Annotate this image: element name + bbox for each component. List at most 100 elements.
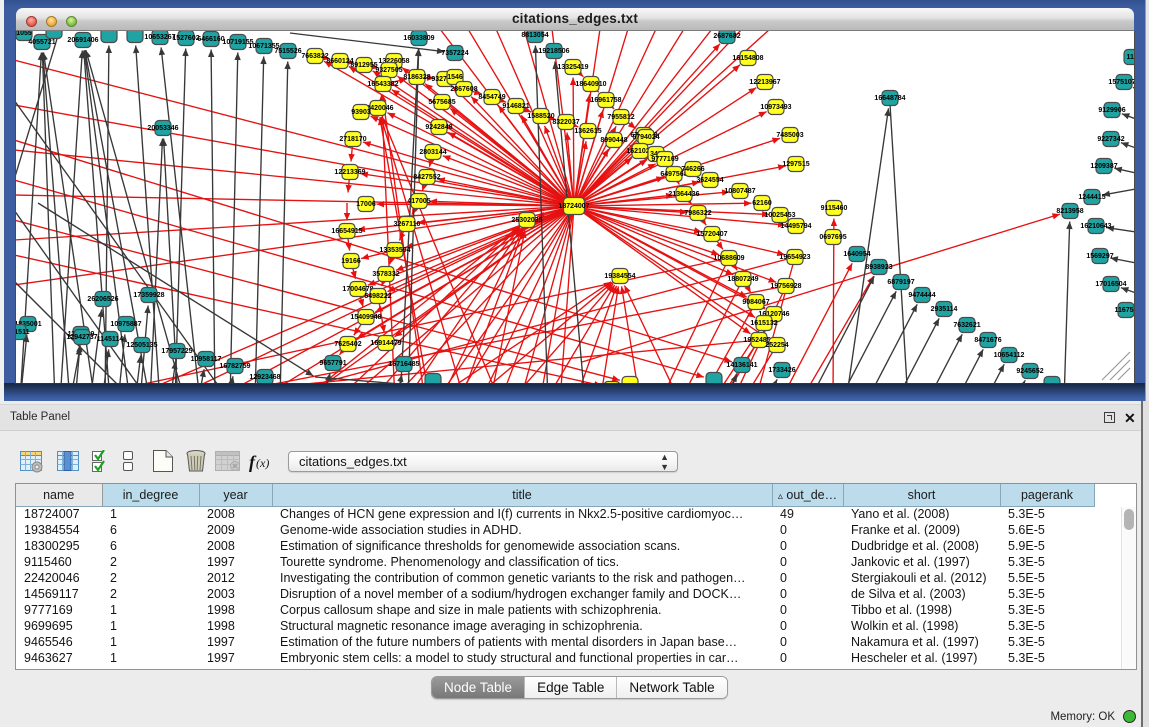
svg-text:6466160: 6466160 (197, 36, 224, 43)
svg-text:15409948: 15409948 (350, 314, 381, 321)
svg-text:10807487: 10807487 (724, 188, 755, 195)
svg-text:13325419: 13325419 (557, 64, 588, 71)
svg-text:8912955: 8912955 (350, 62, 377, 69)
svg-text:9146821: 9146821 (502, 103, 529, 110)
svg-text:62160: 62160 (752, 200, 772, 207)
svg-text:8938923: 8938923 (865, 264, 892, 271)
svg-text:7485003: 7485003 (776, 132, 803, 139)
svg-text:9777169: 9777169 (651, 156, 678, 163)
svg-text:20053346: 20053346 (147, 125, 178, 132)
svg-text:10654112: 10654112 (994, 352, 1025, 359)
svg-text:10688609: 10688609 (713, 255, 744, 262)
svg-text:6879197: 6879197 (887, 279, 914, 286)
svg-text:12942737: 12942737 (66, 334, 97, 341)
svg-text:1640954: 1640954 (843, 251, 870, 258)
svg-text:3624554: 3624554 (696, 177, 723, 184)
svg-text:12505135: 12505135 (126, 342, 157, 349)
svg-text:18807249: 18807249 (727, 276, 758, 283)
svg-text:8322037: 8322037 (552, 119, 579, 126)
svg-text:16154808: 16154808 (732, 55, 763, 62)
svg-text:7663822: 7663822 (301, 53, 328, 60)
svg-text:1055: 1055 (16, 31, 32, 37)
svg-text:2687682: 2687682 (713, 33, 740, 40)
svg-text:2718170: 2718170 (339, 136, 366, 143)
svg-text:9115460: 9115460 (821, 205, 848, 212)
svg-text:2803144: 2803144 (419, 149, 446, 156)
svg-text:(x): (x) (256, 456, 269, 470)
svg-text:9227342: 9227342 (1097, 136, 1124, 143)
svg-text:20691406: 20691406 (67, 37, 98, 44)
svg-text:8213958: 8213958 (1056, 208, 1083, 215)
svg-text:746266: 746266 (681, 166, 704, 173)
svg-text:19384554: 19384554 (604, 273, 635, 280)
svg-text:16543382: 16543382 (367, 81, 398, 88)
svg-text:1527602: 1527602 (172, 35, 199, 42)
svg-text:16914479: 16914479 (370, 340, 401, 347)
svg-text:7625402: 7625402 (334, 341, 361, 348)
svg-text:9327505: 9327505 (375, 67, 402, 74)
svg-text:13353594: 13353594 (379, 247, 410, 254)
svg-text:8186328: 8186328 (403, 74, 430, 81)
svg-text:16782759: 16782759 (219, 363, 250, 370)
svg-text:8813054: 8813054 (521, 32, 548, 39)
svg-text:16648784: 16648784 (874, 95, 905, 102)
svg-text:2867608: 2867608 (450, 86, 477, 93)
svg-text:93903: 93903 (351, 109, 371, 116)
svg-text:5675685: 5675685 (428, 99, 455, 106)
svg-text:7986322: 7986322 (684, 210, 711, 217)
svg-text:19166: 19166 (341, 258, 361, 265)
svg-text:1733426: 1733426 (768, 367, 795, 374)
svg-text:19654923: 19654923 (779, 254, 810, 261)
svg-text:19218506: 19218506 (538, 48, 569, 55)
svg-text:8471676: 8471676 (974, 337, 1001, 344)
svg-text:3267110: 3267110 (394, 221, 421, 228)
svg-text:10653267: 10653267 (144, 34, 175, 41)
svg-text:3578332: 3578332 (372, 271, 399, 278)
svg-text:9129906: 9129906 (1098, 107, 1125, 114)
svg-text:8454749: 8454749 (478, 94, 505, 101)
svg-text:16961758: 16961758 (590, 97, 621, 104)
svg-text:10973493: 10973493 (760, 104, 791, 111)
svg-text:16654915: 16654915 (331, 228, 362, 235)
svg-text:15751074: 15751074 (1108, 79, 1134, 86)
svg-text:1588520: 1588520 (527, 113, 554, 120)
svg-text:111: 111 (1127, 54, 1134, 61)
svg-text:252254: 252254 (765, 342, 788, 349)
svg-text:8427552: 8427552 (413, 174, 440, 181)
svg-text:12923468: 12923468 (249, 374, 280, 381)
svg-text:15720407: 15720407 (696, 231, 727, 238)
svg-text:2935114: 2935114 (931, 306, 958, 313)
svg-text:1209387: 1209387 (1090, 163, 1117, 170)
svg-text:15716485: 15716485 (388, 361, 419, 368)
svg-text:7632621: 7632621 (953, 322, 980, 329)
svg-text:18640910: 18640910 (575, 81, 606, 88)
svg-text:18724007: 18724007 (558, 203, 589, 210)
svg-text:7955812: 7955812 (607, 114, 634, 121)
svg-text:16210643: 16210643 (1080, 223, 1111, 230)
svg-text:17004678: 17004678 (342, 286, 373, 293)
svg-text:10975887: 10975887 (110, 321, 141, 328)
svg-text:116753: 116753 (1115, 307, 1134, 314)
svg-text:14136141: 14136141 (726, 362, 757, 369)
svg-text:1145114: 1145114 (97, 336, 124, 343)
svg-text:1362615: 1362615 (574, 128, 601, 135)
svg-text:1244415: 1244415 (1078, 194, 1105, 201)
svg-text:9245652: 9245652 (1016, 368, 1043, 375)
svg-text:12213967: 12213967 (749, 79, 780, 86)
svg-text:25302035: 25302035 (511, 217, 542, 224)
svg-text:9474444: 9474444 (908, 292, 935, 299)
svg-text:19756928: 19756928 (770, 283, 801, 290)
svg-text:1297515: 1297515 (782, 161, 809, 168)
svg-text:17006: 17006 (356, 201, 376, 208)
svg-text:9084067: 9084067 (742, 299, 769, 306)
svg-text:12213369: 12213369 (334, 169, 365, 176)
svg-text:17957225: 17957225 (161, 348, 192, 355)
svg-text:6794024: 6794024 (632, 134, 659, 141)
svg-text:5498222: 5498222 (364, 293, 391, 300)
svg-text:9242848: 9242848 (425, 124, 452, 131)
svg-text:17016504: 17016504 (1095, 281, 1126, 288)
svg-text:8990448: 8990448 (600, 137, 627, 144)
svg-text:10958117: 10958117 (191, 356, 222, 363)
svg-text:4055721: 4055721 (28, 39, 55, 46)
svg-text:991511: 991511 (16, 329, 30, 336)
